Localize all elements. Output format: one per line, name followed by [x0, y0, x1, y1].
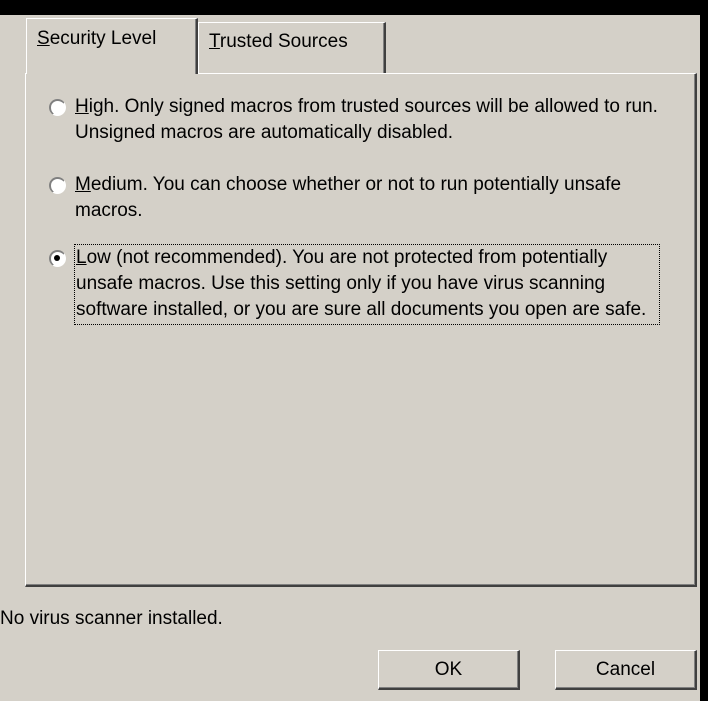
radio-low[interactable]	[49, 250, 66, 267]
tab-security-level-accel: S	[37, 28, 50, 49]
option-high-accel: H	[75, 96, 89, 117]
radio-medium[interactable]	[49, 177, 66, 194]
cancel-button[interactable]: Cancel	[555, 650, 697, 690]
tab-trusted-sources-accel: T	[209, 31, 220, 52]
option-medium-label: Medium. You can choose whether or not to…	[75, 172, 679, 224]
option-high-text: igh. Only signed macros from trusted sou…	[75, 96, 658, 143]
ok-button[interactable]: OK	[378, 650, 520, 690]
security-level-panel: High. Only signed macros from trusted so…	[25, 73, 697, 587]
radio-high[interactable]	[49, 99, 66, 116]
option-low-text: ow (not recommended). You are not protec…	[76, 247, 647, 320]
option-high-label: High. Only signed macros from trusted so…	[75, 94, 679, 146]
tab-trusted-sources-label: rusted Sources	[219, 31, 348, 52]
tab-trusted-sources[interactable]: Trusted Sources	[198, 22, 386, 74]
option-medium[interactable]: Medium. You can choose whether or not to…	[49, 172, 679, 224]
option-low-accel: L	[76, 247, 87, 268]
tab-security-level-label: ecurity Level	[49, 28, 157, 49]
status-text: No virus scanner installed.	[0, 608, 223, 629]
option-medium-accel: M	[75, 174, 91, 195]
option-low[interactable]: Low (not recommended). You are not prote…	[49, 244, 679, 325]
option-high[interactable]: High. Only signed macros from trusted so…	[49, 94, 679, 146]
option-medium-text: edium. You can choose whether or not to …	[75, 174, 622, 221]
option-low-label: Low (not recommended). You are not prote…	[74, 244, 660, 325]
tab-security-level[interactable]: Security Level	[26, 18, 198, 74]
